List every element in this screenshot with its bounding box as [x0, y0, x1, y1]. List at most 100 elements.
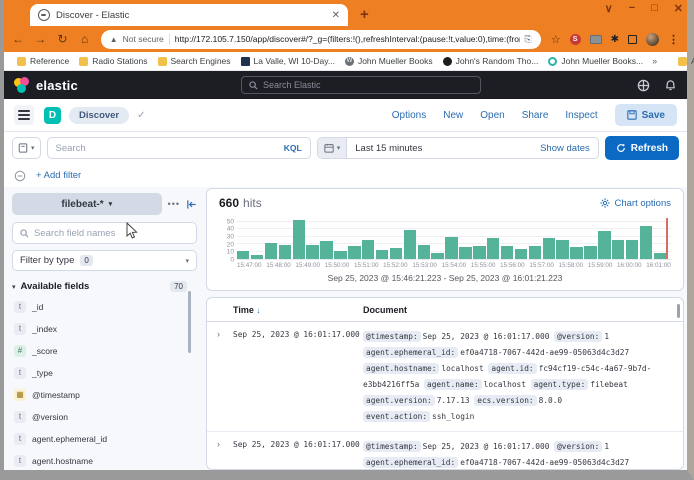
field-item[interactable]: t_index	[12, 318, 197, 340]
bookmark-item[interactable]: John's Random Tho...	[438, 56, 544, 66]
field-name-chip[interactable]: ecs.version:	[474, 395, 536, 406]
window-menu-icon[interactable]: ∨	[605, 2, 613, 15]
quick-select-menu-button[interactable]: ▾	[318, 138, 348, 158]
bookmark-item[interactable]: Reference	[12, 56, 74, 66]
histogram-bar[interactable]	[473, 246, 485, 259]
field-name-chip[interactable]: agent.hostname:	[363, 363, 439, 374]
histogram-bar[interactable]	[251, 255, 263, 259]
histogram-bar[interactable]	[376, 250, 388, 259]
histogram-bar[interactable]	[320, 241, 332, 259]
help-icon[interactable]	[637, 79, 650, 92]
field-name-chip[interactable]: agent.ephemeral_id:	[363, 347, 458, 358]
forward-button[interactable]: →	[34, 32, 46, 46]
chrome-menu-icon[interactable]: ⋮	[668, 33, 679, 46]
refresh-button[interactable]: Refresh	[605, 136, 679, 160]
table-scrollbar[interactable]	[677, 304, 680, 318]
bookmark-item[interactable]: John Mueller Books	[340, 56, 438, 66]
search-query-input[interactable]: Search KQL	[47, 137, 311, 159]
field-item[interactable]: tagent.ephemeral_id	[12, 428, 197, 450]
bookmark-item[interactable]: La Valle, WI 10-Day...	[236, 56, 340, 66]
histogram-bar[interactable]	[404, 230, 416, 259]
histogram-bar[interactable]	[306, 245, 318, 259]
histogram-bar[interactable]	[237, 251, 249, 259]
histogram-chart[interactable]: 01020304050	[219, 218, 671, 260]
filter-menu-icon[interactable]	[14, 170, 26, 182]
chart-options-button[interactable]: Chart options	[600, 198, 671, 209]
save-button[interactable]: Save	[615, 104, 677, 126]
open-button[interactable]: Open	[480, 110, 504, 121]
field-name-chip[interactable]: agent.type:	[531, 379, 589, 390]
add-filter-button[interactable]: + Add filter	[36, 170, 81, 181]
breadcrumb[interactable]: Discover	[69, 107, 129, 124]
histogram-bar[interactable]	[640, 226, 652, 259]
histogram-bar[interactable]	[570, 247, 582, 259]
global-search-input[interactable]: Search Elastic	[241, 76, 481, 94]
field-item[interactable]: t@version	[12, 406, 197, 428]
bookmark-item[interactable]: Search Engines	[153, 56, 236, 66]
sidebar-options-icon[interactable]: •••	[168, 199, 180, 209]
histogram-bar[interactable]	[293, 220, 305, 260]
media-panel-icon[interactable]	[628, 35, 637, 44]
new-button[interactable]: New	[443, 110, 463, 121]
alerts-bell-icon[interactable]	[664, 79, 677, 92]
window-minimize-button[interactable]: −	[629, 2, 635, 15]
histogram-bar[interactable]	[390, 248, 402, 259]
bookmark-item[interactable]: John Mueller Books...	[543, 56, 648, 66]
expand-row-icon[interactable]: ›	[207, 439, 233, 470]
histogram-bar[interactable]	[362, 240, 374, 259]
histogram-bar[interactable]	[515, 249, 527, 259]
histogram-bar[interactable]	[459, 247, 471, 259]
histogram-bar[interactable]	[445, 237, 457, 259]
browser-tab[interactable]: Discover - Elastic ✕	[30, 4, 348, 26]
histogram-bar[interactable]	[598, 231, 610, 259]
field-item[interactable]: tagent.hostname	[12, 450, 197, 470]
field-item[interactable]: t_id	[12, 296, 197, 318]
home-button[interactable]: ⌂	[79, 32, 91, 46]
bookmark-item[interactable]: Radio Stations	[74, 56, 152, 66]
field-name-chip[interactable]: agent.ephemeral_id:	[363, 457, 458, 468]
extension-shield-icon[interactable]: S	[570, 34, 581, 45]
histogram-bar[interactable]	[529, 246, 541, 259]
show-dates-button[interactable]: Show dates	[532, 143, 598, 154]
share-page-icon[interactable]: ⎘	[525, 34, 532, 45]
field-name-chip[interactable]: agent.name:	[424, 379, 482, 390]
address-bar[interactable]: ▲ Not secure http://172.105.7.150/app/di…	[101, 30, 541, 49]
field-name-chip[interactable]: @timestamp:	[363, 331, 421, 342]
index-pattern-selector[interactable]: filebeat-* ▾	[12, 193, 162, 215]
histogram-bar[interactable]	[654, 253, 666, 259]
reload-button[interactable]: ↻	[56, 32, 68, 46]
filter-by-type-select[interactable]: Filter by type 0 ▾	[12, 250, 197, 271]
window-maximize-button[interactable]: □	[651, 2, 658, 15]
histogram-bar[interactable]	[418, 245, 430, 259]
field-item[interactable]: t_type	[12, 362, 197, 384]
histogram-bar[interactable]	[612, 240, 624, 259]
saved-query-menu-button[interactable]: ▾	[12, 137, 41, 159]
field-name-chip[interactable]: event.action:	[363, 411, 430, 422]
field-search-input[interactable]: Search field names	[12, 222, 197, 244]
expand-row-icon[interactable]: ›	[207, 329, 233, 425]
histogram-bar[interactable]	[265, 243, 277, 259]
histogram-bar[interactable]	[487, 238, 499, 259]
bookmark-star-icon[interactable]: ☆	[551, 33, 561, 46]
histogram-bar[interactable]	[584, 246, 596, 259]
options-button[interactable]: Options	[392, 110, 426, 121]
time-range-value[interactable]: Last 15 minutes	[347, 143, 532, 154]
inspect-button[interactable]: Inspect	[565, 110, 597, 121]
histogram-bar[interactable]	[556, 240, 568, 259]
all-bookmarks-button[interactable]: All Bookmarks	[673, 56, 694, 66]
sidebar-scrollbar[interactable]	[188, 291, 191, 353]
available-fields-header[interactable]: ▾ Available fields 70	[12, 281, 197, 292]
bookmarks-overflow-icon[interactable]: »	[652, 56, 657, 66]
histogram-bar[interactable]	[334, 251, 346, 259]
window-close-button[interactable]: ✕	[674, 2, 683, 15]
profile-avatar[interactable]	[646, 33, 659, 46]
collapse-sidebar-icon[interactable]	[186, 199, 197, 210]
field-item[interactable]: ▦@timestamp	[12, 384, 197, 406]
tab-close-icon[interactable]: ✕	[332, 10, 340, 21]
back-button[interactable]: ←	[12, 32, 24, 46]
new-tab-button[interactable]: +	[360, 6, 369, 23]
field-name-chip[interactable]: @version:	[554, 331, 602, 342]
kql-language-button[interactable]: KQL	[284, 143, 302, 153]
extensions-pin-icon[interactable]: ✱	[611, 34, 619, 45]
field-name-chip[interactable]: @version:	[554, 441, 602, 452]
